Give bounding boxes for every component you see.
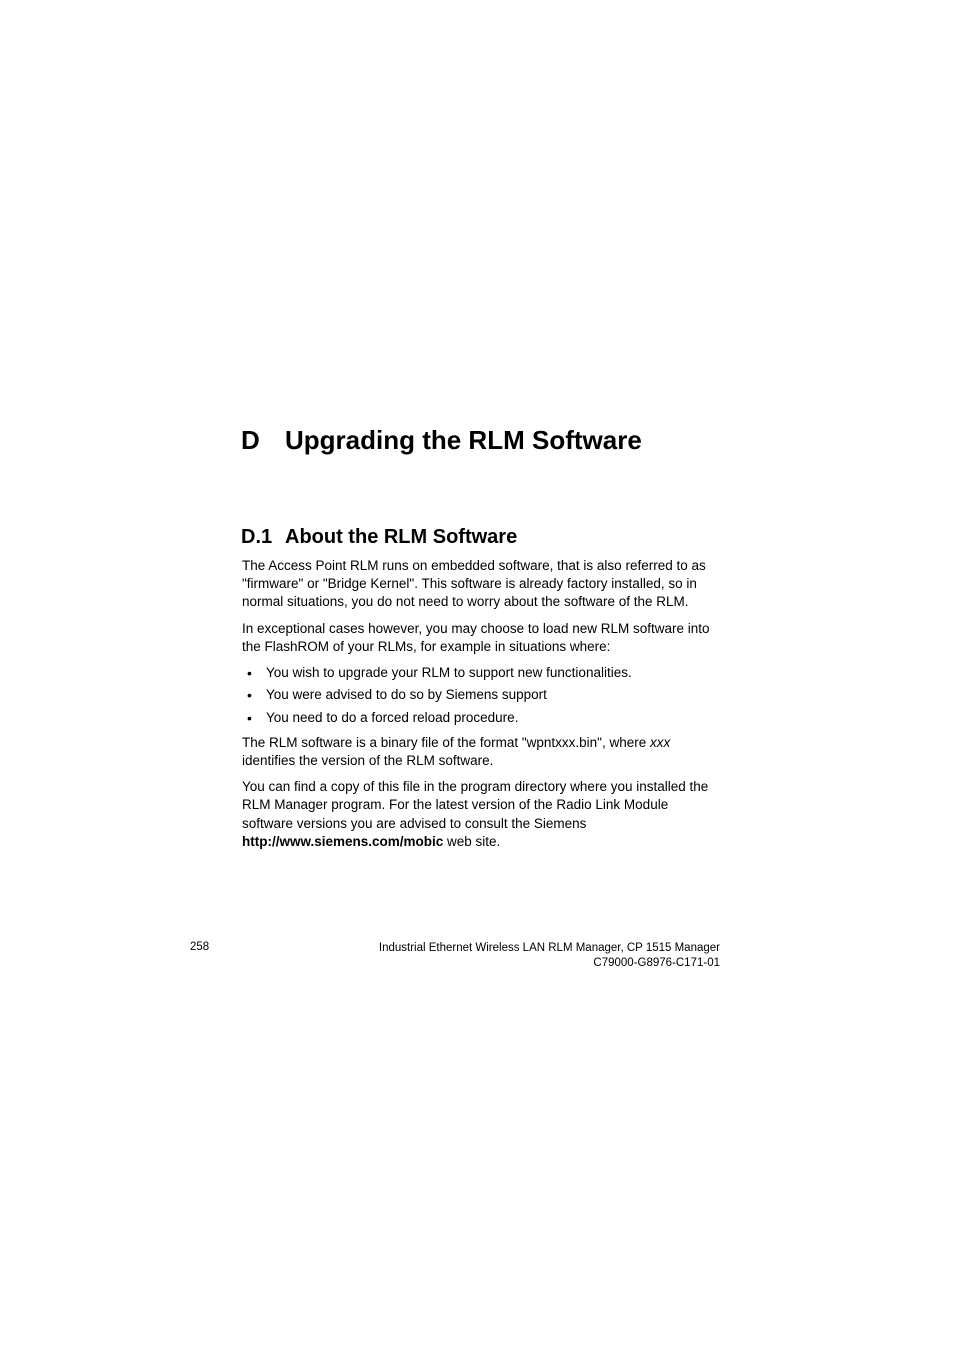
- paragraph-1: The Access Point RLM runs on embedded so…: [242, 557, 717, 612]
- paragraph-4-link: http://www.siemens.com/mobic: [242, 834, 443, 849]
- list-item: You were advised to do so by Siemens sup…: [242, 686, 717, 704]
- chapter-letter: D: [241, 425, 285, 456]
- paragraph-3-italic: xxx: [650, 735, 670, 750]
- section-title: About the RLM Software: [285, 526, 517, 548]
- list-item: You need to do a forced reload procedure…: [242, 709, 717, 727]
- page-content: DUpgrading the RLM Software D.1About the…: [242, 425, 717, 859]
- paragraph-3-prefix: The RLM software is a binary file of the…: [242, 735, 650, 750]
- chapter-title: Upgrading the RLM Software: [285, 425, 642, 455]
- bullet-list: You wish to upgrade your RLM to support …: [242, 664, 717, 727]
- paragraph-2: In exceptional cases however, you may ch…: [242, 620, 717, 656]
- page-number: 258: [190, 941, 209, 953]
- paragraph-4: You can find a copy of this file in the …: [242, 778, 717, 851]
- paragraph-4-suffix: web site.: [443, 834, 500, 849]
- paragraph-3: The RLM software is a binary file of the…: [242, 734, 717, 770]
- list-item: You wish to upgrade your RLM to support …: [242, 664, 717, 682]
- page-footer: 258 Industrial Ethernet Wireless LAN RLM…: [190, 941, 720, 971]
- section-number: D.1: [241, 526, 285, 549]
- section-heading: D.1About the RLM Software: [241, 526, 717, 549]
- footer-text: Industrial Ethernet Wireless LAN RLM Man…: [379, 941, 720, 971]
- footer-line-2: C79000-G8976-C171-01: [593, 957, 720, 969]
- footer-line-1: Industrial Ethernet Wireless LAN RLM Man…: [379, 942, 720, 954]
- paragraph-3-suffix: identifies the version of the RLM softwa…: [242, 753, 493, 768]
- paragraph-4-prefix: You can find a copy of this file in the …: [242, 779, 708, 830]
- chapter-heading: DUpgrading the RLM Software: [241, 425, 717, 456]
